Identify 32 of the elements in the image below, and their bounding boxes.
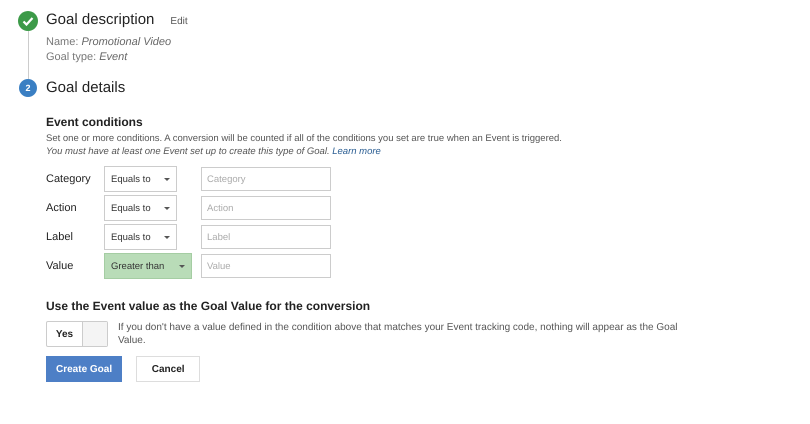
step-detail: Name: Promotional Video <box>46 35 172 50</box>
condition-input[interactable]: Value <box>201 254 331 278</box>
caret-icon <box>164 206 170 210</box>
caret-icon <box>164 178 170 180</box>
operator-dropdown[interactable]: Greater than <box>104 253 192 279</box>
condition-input[interactable]: Action <box>201 196 331 220</box>
edit-link[interactable]: Edit <box>170 16 188 27</box>
operator-dropdown[interactable]: Equals to <box>104 166 177 192</box>
operator-dropdown[interactable]: Equals to <box>104 195 177 221</box>
condition-label: Category <box>46 173 92 185</box>
create-goal-button[interactable]: Create Goal <box>46 356 122 382</box>
step-number: 2 <box>19 79 37 97</box>
condition-label: Action <box>46 202 78 214</box>
cancel-button[interactable]: Cancel <box>136 356 200 382</box>
help-text: If you don't have a value defined in the condition above that matches your Event tracking code, nothing will appear as the Goal Value. <box>118 321 678 347</box>
condition-input[interactable]: Label <box>201 225 331 249</box>
toggle-switch[interactable]: Yes <box>46 321 108 347</box>
step-detail: Goal type: Event <box>46 50 129 65</box>
learn-more-link[interactable]: Learn more <box>332 146 381 157</box>
note-text: You must have at least one Event set up to create this type of Goal. <box>46 146 330 157</box>
checkmark-icon <box>18 11 38 31</box>
caret-icon <box>179 264 185 268</box>
step-title: Goal details <box>46 79 126 96</box>
condition-input[interactable]: Category <box>201 167 331 191</box>
description-text: Set one or more conditions. A conversion will be counted if all of the conditions you set are true when an Event is triggered. <box>46 132 563 145</box>
condition-label: Value <box>46 260 74 272</box>
condition-label: Label <box>46 231 74 243</box>
caret-icon <box>164 236 170 238</box>
section-heading: Event conditions <box>46 115 144 129</box>
section-heading: Use the Event value as the Goal Value for the conversion <box>46 299 372 313</box>
step-title: Goal description <box>46 11 154 28</box>
operator-dropdown[interactable]: Equals to <box>104 224 177 250</box>
